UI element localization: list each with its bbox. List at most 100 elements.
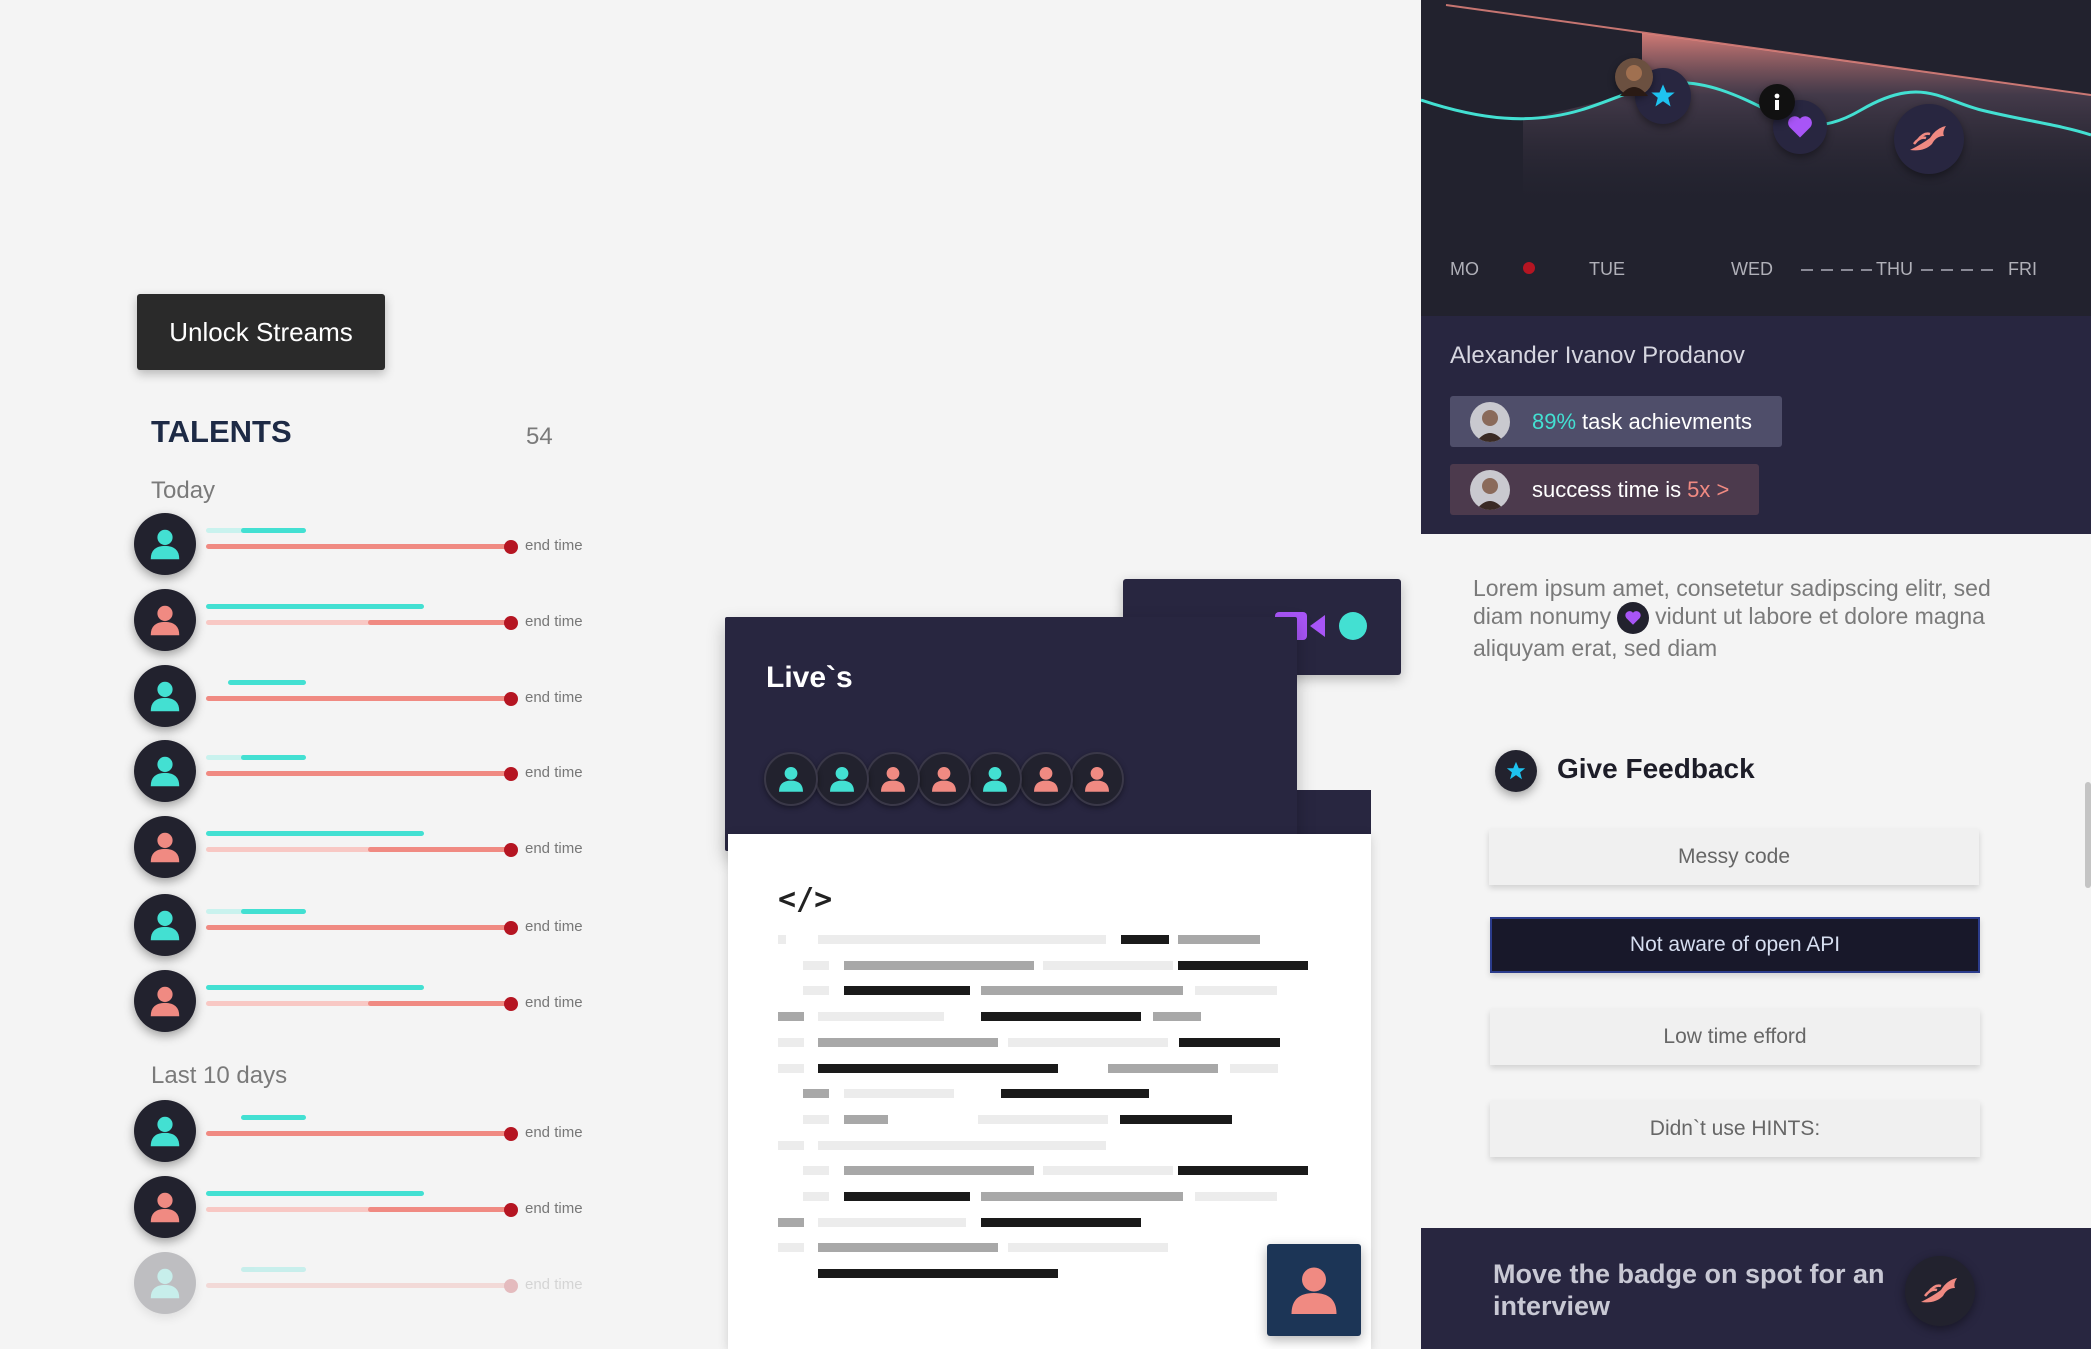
talents-count: 54 <box>526 423 553 450</box>
talent-row[interactable]: end time <box>134 1176 594 1240</box>
live-participant-avatar[interactable] <box>815 752 869 806</box>
user-icon <box>1030 763 1062 795</box>
live-participant-avatar[interactable] <box>968 752 1022 806</box>
code-line-segment <box>1008 1037 1168 1047</box>
time-track <box>206 985 516 1021</box>
code-line-segment <box>778 1063 804 1073</box>
time-bar <box>368 1001 516 1006</box>
end-time-marker[interactable] <box>504 692 518 706</box>
interview-badge-panel: Move the badge on spot for an interview <box>1421 1228 2091 1349</box>
profile-name: Alexander Ivanov Prodanov <box>1450 342 1745 369</box>
time-track <box>206 755 516 791</box>
end-time-marker[interactable] <box>504 1279 518 1293</box>
user-icon <box>146 525 184 563</box>
day-label-tue: TUE <box>1589 259 1625 279</box>
feedback-option-time-effort[interactable]: Low time efford <box>1490 1009 1980 1065</box>
user-icon <box>877 763 909 795</box>
live-participant-avatar[interactable] <box>866 752 920 806</box>
code-line-segment <box>818 1037 998 1047</box>
end-time-marker[interactable] <box>504 921 518 935</box>
code-line-segment <box>1178 1166 1308 1176</box>
code-line-segment <box>1043 1166 1173 1176</box>
end-time-label: end time <box>525 1200 583 1217</box>
feedback-option-hints[interactable]: Didn`t use HINTS: <box>1490 1101 1980 1157</box>
live-participant-avatar[interactable] <box>1070 752 1124 806</box>
lives-card[interactable]: Live`s <box>725 617 1297 851</box>
activity-bar <box>206 1191 424 1196</box>
section-last-10-days-label: Last 10 days <box>151 1062 288 1089</box>
code-line-segment <box>844 1166 1034 1176</box>
code-line-segment <box>778 1037 804 1047</box>
time-track <box>206 1267 516 1303</box>
progress-bar-track <box>206 620 373 625</box>
feedback-option-open-api[interactable]: Not aware of open API <box>1490 917 1980 973</box>
day-label-mo: MO <box>1450 259 1479 279</box>
activity-bar <box>241 755 306 760</box>
talent-row[interactable]: end time <box>134 1252 594 1316</box>
talent-row[interactable]: end time <box>134 589 594 653</box>
time-track <box>206 831 516 867</box>
avatar <box>134 740 196 802</box>
end-time-label: end time <box>525 764 583 781</box>
progress-bar-track <box>206 755 246 760</box>
feedback-title: Give Feedback <box>1557 753 1755 784</box>
user-tile[interactable] <box>1267 1244 1361 1336</box>
draggable-bird-badge[interactable] <box>1905 1256 1975 1326</box>
weekly-chart-panel: MO TUE WED THU FRI <box>1421 0 2091 316</box>
time-bar <box>206 696 516 701</box>
code-line-segment <box>803 1192 829 1201</box>
unlock-streams-button[interactable]: Unlock Streams <box>137 294 385 370</box>
talent-row[interactable]: end time <box>134 1100 594 1164</box>
user-icon <box>146 677 184 715</box>
end-time-marker[interactable] <box>504 616 518 630</box>
end-time-label: end time <box>525 537 583 554</box>
end-time-marker[interactable] <box>504 540 518 554</box>
talent-row[interactable]: end time <box>134 894 594 958</box>
end-time-label: end time <box>525 1276 583 1293</box>
success-time-label: success time is <box>1532 476 1682 502</box>
activity-bar <box>241 909 306 914</box>
live-participant-avatar[interactable] <box>1019 752 1073 806</box>
end-time-marker[interactable] <box>504 1203 518 1217</box>
live-participant-avatar[interactable] <box>917 752 971 806</box>
end-time-label: end time <box>525 840 583 857</box>
bird-badge[interactable] <box>1894 104 1964 174</box>
code-line-segment <box>844 986 970 996</box>
code-line-segment <box>778 935 786 944</box>
activity-bar <box>206 985 424 990</box>
talent-row[interactable]: end time <box>134 970 594 1034</box>
live-participant-avatar[interactable] <box>764 752 818 806</box>
day-label-thu: THU <box>1872 259 1917 280</box>
code-line-segment <box>844 1114 888 1124</box>
code-line-segment <box>1195 986 1277 996</box>
bird-icon <box>1910 126 1946 151</box>
scrollbar-thumb[interactable] <box>2085 782 2091 888</box>
interview-badge-text: Move the badge on spot for an interview <box>1493 1259 1885 1321</box>
feedback-option-messy-code[interactable]: Messy code <box>1489 829 1979 885</box>
talent-row[interactable]: end time <box>134 665 594 729</box>
activity-bar <box>241 1115 306 1120</box>
code-line-segment <box>1178 960 1308 970</box>
end-time-marker[interactable] <box>504 1127 518 1141</box>
code-line-segment <box>1153 1012 1201 1022</box>
user-icon <box>146 1264 184 1302</box>
day-label-fri: FRI <box>2004 259 2041 280</box>
code-icon: </> <box>778 882 833 917</box>
user-icon <box>146 601 184 639</box>
talent-row[interactable]: end time <box>134 816 594 880</box>
task-achievement-pill[interactable]: 89% task achievments <box>1450 396 1783 447</box>
end-time-marker[interactable] <box>504 843 518 857</box>
end-time-marker[interactable] <box>504 997 518 1011</box>
end-time-marker[interactable] <box>504 767 518 781</box>
talent-row[interactable]: end time <box>134 740 594 804</box>
activity-bar <box>206 831 424 836</box>
right-column: MO TUE WED THU FRI Alexander Ivanov Prod… <box>1421 0 2091 1349</box>
info-badge[interactable] <box>1759 84 1795 120</box>
live-status-dot <box>1339 612 1367 640</box>
info-icon <box>1774 93 1780 110</box>
code-line-segment <box>818 1243 998 1253</box>
talent-row[interactable]: end time <box>134 513 594 577</box>
code-line-segment <box>778 1243 804 1253</box>
success-time-pill[interactable]: success time is 5x > <box>1450 464 1760 515</box>
avatar-badge[interactable] <box>1615 58 1653 96</box>
